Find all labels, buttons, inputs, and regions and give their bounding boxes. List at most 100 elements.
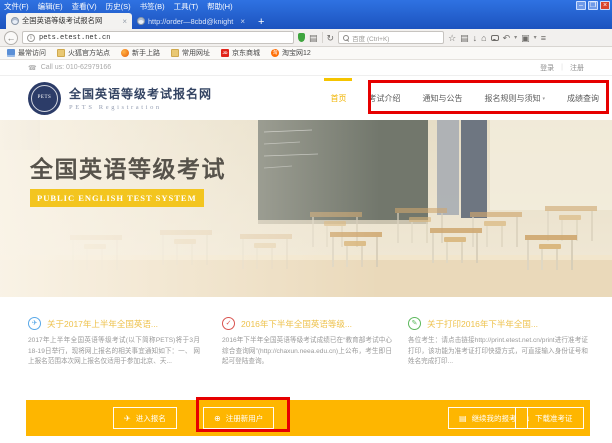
bookmark-star-icon[interactable]: ☆ bbox=[448, 33, 456, 43]
screenshot-icon[interactable]: ▣ bbox=[521, 33, 530, 43]
contact-strip: ☎ Call us: 010-62979166 登录 | 注册 bbox=[0, 60, 612, 76]
bookmark-label: 淘宝网12 bbox=[282, 48, 311, 58]
bookmark-common-sites[interactable]: 常用网址 bbox=[171, 48, 210, 58]
back-button[interactable]: ← bbox=[4, 31, 18, 45]
menu-edit[interactable]: 编辑(E) bbox=[38, 1, 63, 12]
button-label: 继续我的报考 bbox=[472, 413, 517, 424]
paper-plane-icon: ✈ bbox=[28, 317, 41, 330]
bookmark-getting-started[interactable]: 新手上路 bbox=[121, 48, 160, 58]
nav-label: 成绩查询 bbox=[567, 93, 599, 104]
pets-logo: PETS bbox=[28, 82, 61, 115]
nav-rules[interactable]: 报名规则与须知 ▾ bbox=[473, 93, 556, 104]
minimize-button[interactable]: – bbox=[576, 1, 586, 10]
nav-home[interactable]: 首页 bbox=[319, 93, 357, 104]
nav-exam-intro[interactable]: 考试介绍 bbox=[357, 93, 411, 104]
chevron-down-icon[interactable]: ▾ bbox=[534, 34, 537, 41]
bookmark-taobao[interactable]: 淘 淘宝网12 bbox=[271, 48, 311, 58]
grid-icon bbox=[7, 49, 15, 57]
folder-icon bbox=[57, 49, 65, 57]
news-headline[interactable]: ✎ 关于打印2016年下半年全国... bbox=[408, 317, 588, 330]
url-text: pets.etest.net.cn bbox=[39, 34, 110, 42]
hero-title: 全国英语等级考试 bbox=[30, 150, 226, 184]
home-icon[interactable]: ⌂ bbox=[481, 33, 486, 43]
menu-bookmarks[interactable]: 书签(B) bbox=[140, 1, 165, 12]
restore-button[interactable]: ❐ bbox=[588, 1, 598, 10]
news-body: 2017年上半年全国英语等级考试(以下简称PETS)将于3月18-19日举行，现… bbox=[28, 336, 200, 368]
bookmark-jd[interactable]: JD 京东商城 bbox=[221, 48, 260, 58]
phone-icon: ☎ bbox=[28, 64, 37, 72]
hero-subtitle-badge: PUBLIC ENGLISH TEST SYSTEM bbox=[30, 189, 204, 207]
hamburger-menu-icon[interactable]: ≡ bbox=[541, 33, 546, 43]
auth-divider: | bbox=[561, 64, 563, 71]
register-link[interactable]: 注册 bbox=[570, 63, 584, 73]
button-label: 下载准考证 bbox=[535, 413, 573, 424]
menu-tools[interactable]: 工具(T) bbox=[174, 1, 199, 12]
nav-label: 考试介绍 bbox=[368, 93, 400, 104]
downloads-icon[interactable]: ↓ bbox=[473, 33, 478, 43]
nav-label: 通知与公告 bbox=[422, 93, 462, 104]
news-item: ✓ 2016年下半年全国英语等级... 2016年下半年全国英语等级考试成绩已在… bbox=[222, 317, 392, 368]
refresh-icon[interactable]: ↻ bbox=[327, 33, 335, 43]
news-item: ✎ 关于打印2016年下半年全国... 各位考生：请点击链接http://pri… bbox=[408, 317, 588, 368]
search-input[interactable]: 百度 (Ctrl+K) bbox=[338, 31, 444, 44]
tab-close-icon[interactable]: × bbox=[240, 17, 245, 26]
site-info-icon[interactable]: i bbox=[27, 34, 35, 42]
bookmark-label: 常用网址 bbox=[182, 48, 210, 58]
bookmark-label: 京东商城 bbox=[232, 48, 260, 58]
news-headline[interactable]: ✓ 2016年下半年全国英语等级... bbox=[222, 317, 392, 330]
button-label: 注册新用户 bbox=[226, 413, 264, 424]
close-button[interactable]: × bbox=[600, 1, 610, 10]
bookmark-firefox-official[interactable]: 火狐官方站点 bbox=[57, 48, 110, 58]
nav-label: 报名规则与须知 bbox=[484, 93, 540, 104]
menu-file[interactable]: 文件(F) bbox=[4, 1, 29, 12]
shield-icon[interactable] bbox=[298, 33, 305, 42]
nav-label: 首页 bbox=[330, 93, 346, 104]
firefox-icon bbox=[121, 49, 129, 57]
library-icon[interactable]: ▤ bbox=[460, 33, 469, 43]
reader-icon[interactable]: ▤ bbox=[309, 33, 318, 43]
browser-menu-bar: 文件(F) 编辑(E) 查看(V) 历史(S) 书签(B) 工具(T) 帮助(H… bbox=[4, 0, 233, 12]
news-body: 各位考生：请点击链接http://print.etest.net.cn/prin… bbox=[408, 336, 588, 368]
news-title: 关于打印2016年下半年全国... bbox=[427, 318, 538, 330]
site-header: PETS 全国英语等级考试报名网 PETS Registration 首页 考试… bbox=[0, 76, 612, 120]
bookmark-label: 最常访问 bbox=[18, 48, 46, 58]
news-section: ✈ 关于2017年上半年全国英语... 2017年上半年全国英语等级考试(以下简… bbox=[0, 297, 612, 400]
tab-title: http://order—8cbd@knight bbox=[148, 17, 237, 26]
nav-notices[interactable]: 通知与公告 bbox=[411, 93, 473, 104]
login-link[interactable]: 登录 bbox=[540, 63, 554, 73]
action-bar: ✈ 进入报名 ⊕ 注册新用户 ▤ 继续我的报考 ↓ 下载准考证 bbox=[26, 400, 590, 436]
tab-close-icon[interactable]: × bbox=[122, 17, 127, 26]
menu-view[interactable]: 查看(V) bbox=[72, 1, 97, 12]
phone-number: Call us: 010-62979166 bbox=[41, 64, 111, 71]
enter-registration-button[interactable]: ✈ 进入报名 bbox=[113, 407, 177, 429]
site-title: 全国英语等级考试报名网 bbox=[69, 85, 212, 102]
news-item: ✈ 关于2017年上半年全国英语... 2017年上半年全国英语等级考试(以下简… bbox=[28, 317, 200, 368]
nav-score-query[interactable]: 成绩查询 bbox=[556, 93, 610, 104]
menu-help[interactable]: 帮助(H) bbox=[207, 1, 232, 12]
menu-history[interactable]: 历史(S) bbox=[106, 1, 131, 12]
news-body: 2016年下半年全国英语等级考试成绩已在“教育部考试中心综合查询网”(http:… bbox=[222, 336, 392, 368]
undo-icon[interactable]: ↶ bbox=[503, 33, 511, 43]
tab-order-page[interactable]: http://order—8cbd@knight × bbox=[132, 13, 250, 29]
bookmark-most-visited[interactable]: 最常访问 bbox=[7, 48, 46, 58]
chat-icon[interactable] bbox=[491, 35, 499, 41]
globe-favicon bbox=[11, 17, 19, 25]
tab-pets-site[interactable]: 全国英语等级考试报名网 × bbox=[6, 13, 132, 29]
download-admission-ticket-button[interactable]: ↓ 下载准考证 bbox=[515, 407, 584, 429]
chevron-down-icon[interactable]: ▾ bbox=[514, 34, 517, 41]
check-icon: ✓ bbox=[222, 317, 235, 330]
button-label: 进入报名 bbox=[136, 413, 166, 424]
site-subtitle: PETS Registration bbox=[69, 104, 212, 111]
globe-favicon bbox=[137, 17, 145, 25]
register-new-user-button[interactable]: ⊕ 注册新用户 bbox=[203, 407, 274, 429]
pencil-icon: ✎ bbox=[408, 317, 421, 330]
folder-icon bbox=[171, 49, 179, 57]
main-nav: 首页 考试介绍 通知与公告 报名规则与须知 ▾ 成绩查询 bbox=[319, 93, 610, 104]
chevron-down-icon: ▾ bbox=[542, 96, 545, 102]
window-controls: – ❐ × bbox=[576, 1, 610, 10]
new-tab-button[interactable]: + bbox=[254, 15, 268, 29]
address-bar[interactable]: i pets.etest.net.cn bbox=[22, 31, 294, 44]
search-icon bbox=[343, 35, 349, 41]
download-icon: ↓ bbox=[526, 414, 530, 423]
news-headline[interactable]: ✈ 关于2017年上半年全国英语... bbox=[28, 317, 200, 330]
